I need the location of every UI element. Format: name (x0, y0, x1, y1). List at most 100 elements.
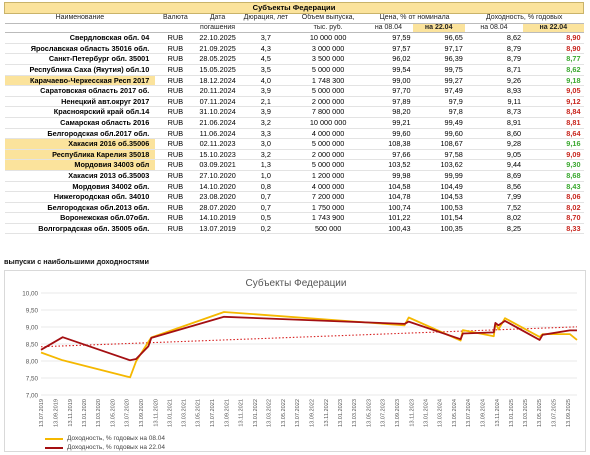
cell-volume: 5 000 000 (291, 85, 365, 97)
x-tick-label: 13.09.2020 (139, 399, 145, 427)
cell-duration: 3,0 (239, 138, 292, 150)
cell-price-curr: 97,9 (412, 96, 465, 108)
cell-yield-curr: 8,70 (523, 212, 584, 224)
table-row: Карачаево-Черкесская Респ 2017 RUB 18.12.2… (4, 75, 584, 87)
x-tick-label: 13.11.2021 (239, 399, 245, 427)
cell-price-curr: 108,67 (412, 138, 465, 150)
cell-currency: RUB (155, 96, 196, 108)
cell-volume: 10 000 000 (291, 117, 365, 129)
cell-maturity: 02.11.2023 (195, 138, 240, 150)
chart-canvas: Субъекты Федерации 7,00 7,50 8,00 8,50 9,00 9… (22, 277, 578, 427)
cell-yield-curr: 9,12 (523, 96, 584, 108)
cell-price-curr: 96,65 (412, 32, 465, 44)
header-duration-blank (239, 23, 292, 34)
cell-price-curr: 104,53 (412, 191, 465, 203)
cell-duration: 3,5 (239, 64, 292, 76)
cell-name: Красноярский край обл.14 (4, 106, 156, 118)
table-row: Самарская область 2016 RUB 21.06.2024 3,2 10… (4, 117, 584, 129)
cell-yield-curr: 9,30 (523, 159, 584, 171)
cell-currency: RUB (155, 202, 196, 214)
cell-yield-curr: 8,64 (523, 128, 584, 140)
cell-yield-curr: 8,06 (523, 191, 584, 203)
cell-duration: 3,3 (239, 128, 292, 140)
cell-name: Ненецкий авт.округ 2017 (4, 96, 156, 108)
x-tick-label: 13.09.2021 (224, 399, 230, 427)
x-tick-label: 13.03.2022 (267, 399, 273, 427)
cell-duration: 1,3 (239, 159, 292, 171)
x-tick-label: 13.01.2020 (82, 399, 88, 427)
cell-yield-prev: 8,25 (464, 223, 524, 235)
cell-currency: RUB (155, 75, 196, 87)
x-tick-label: 13.01.2021 (168, 399, 174, 427)
x-tick-label: 13.05.2023 (366, 399, 372, 427)
cell-name: Республика Карелия 35018 (4, 149, 156, 161)
cell-name: Волгоградская обл. 35005 обл. (4, 223, 156, 235)
table-row: Санкт-Петербург обл. 35001 RUB 28.05.2025 4… (4, 53, 584, 65)
header-currency: Валюта (155, 13, 196, 24)
cell-price-prev: 100,43 (364, 223, 413, 235)
cell-price-curr: 97,58 (412, 149, 465, 161)
cell-currency: RUB (155, 223, 196, 235)
cell-price-prev: 101,22 (364, 212, 413, 224)
cell-price-prev: 99,60 (364, 128, 413, 140)
cell-yield-prev: 8,93 (464, 85, 524, 97)
cell-name: Ярославская область 35016 обл. (4, 43, 156, 55)
header-currency-blank (155, 23, 196, 34)
cell-currency: RUB (155, 85, 196, 97)
series-line-curr (40, 315, 577, 362)
x-tick-label: 13.01.2025 (509, 399, 515, 427)
cell-maturity: 18.12.2024 (195, 75, 240, 87)
cell-name: Белгородская обл.2013 обл. (4, 202, 156, 214)
x-tick-label: 13.11.2019 (68, 399, 74, 427)
cell-volume: 2 000 000 (291, 149, 365, 161)
cell-yield-curr: 8,90 (523, 32, 584, 44)
cell-price-curr: 99,49 (412, 117, 465, 129)
x-tick-label: 13.03.2020 (96, 399, 102, 427)
cell-maturity: 15.05.2025 (195, 64, 240, 76)
cell-volume: 5 000 000 (291, 138, 365, 150)
cell-duration: 3,2 (239, 117, 292, 129)
bond-table: Субъекты Федерации Наименование Валюта Д… (4, 2, 584, 235)
cell-price-curr: 99,75 (412, 64, 465, 76)
cell-volume: 5 000 000 (291, 159, 365, 171)
cell-yield-prev: 8,73 (464, 106, 524, 118)
cell-name: Нижегородская обл. 34010 (4, 191, 156, 203)
y-tick-label: 7,00 (26, 393, 39, 400)
x-tick-label: 13.07.2023 (381, 399, 387, 427)
cell-price-prev: 96,02 (364, 53, 413, 65)
cell-duration: 3,7 (239, 32, 292, 44)
cell-price-prev: 99,54 (364, 64, 413, 76)
cell-volume: 2 000 000 (291, 96, 365, 108)
cell-currency: RUB (155, 32, 196, 44)
cell-yield-curr: 8,81 (523, 117, 584, 129)
cell-duration: 4,5 (239, 53, 292, 65)
cell-volume: 1 200 000 (291, 170, 365, 182)
cell-name: Самарская область 2016 (4, 117, 156, 129)
table-row: Свердловская обл. 04 RUB 22.10.2025 3,7 10 0… (4, 32, 584, 44)
cell-price-curr: 101,54 (412, 212, 465, 224)
cell-maturity: 14.10.2019 (195, 212, 240, 224)
cell-price-curr: 104,49 (412, 181, 465, 193)
cell-yield-prev: 8,02 (464, 212, 524, 224)
cell-price-prev: 97,66 (364, 149, 413, 161)
cell-name: Белгородская обл.2017 обл. (4, 128, 156, 140)
cell-price-curr: 103,62 (412, 159, 465, 171)
x-tick-label: 13.07.2020 (125, 399, 131, 427)
cell-name: Республика Саха (Якутия) обл.10 (4, 64, 156, 76)
cell-currency: RUB (155, 138, 196, 150)
table-row: Мордовия 34003 обл RUB 03.09.2021 1,3 5 000 … (4, 159, 584, 171)
cell-price-prev: 99,00 (364, 75, 413, 87)
table-row: Республика Карелия 35018 RUB 15.10.2023 3,2… (4, 149, 584, 161)
table-row: Мордовия 34002 обл. RUB 14.10.2020 0,8 4 000… (4, 181, 584, 193)
cell-price-curr: 100,35 (412, 223, 465, 235)
cell-yield-prev: 7,99 (464, 191, 524, 203)
x-tick-label: 13.05.2022 (281, 399, 287, 427)
header-name: Наименование (4, 13, 156, 24)
highlight-note: выпуски с наибольшими доходностями (4, 257, 149, 266)
cell-volume: 1 743 900 (291, 212, 365, 224)
x-tick-label: 13.11.2023 (409, 399, 415, 427)
cell-duration: 0,2 (239, 223, 292, 235)
header-name-blank (4, 23, 156, 34)
cell-price-prev: 104,58 (364, 181, 413, 193)
cell-yield-prev: 9,11 (464, 96, 524, 108)
